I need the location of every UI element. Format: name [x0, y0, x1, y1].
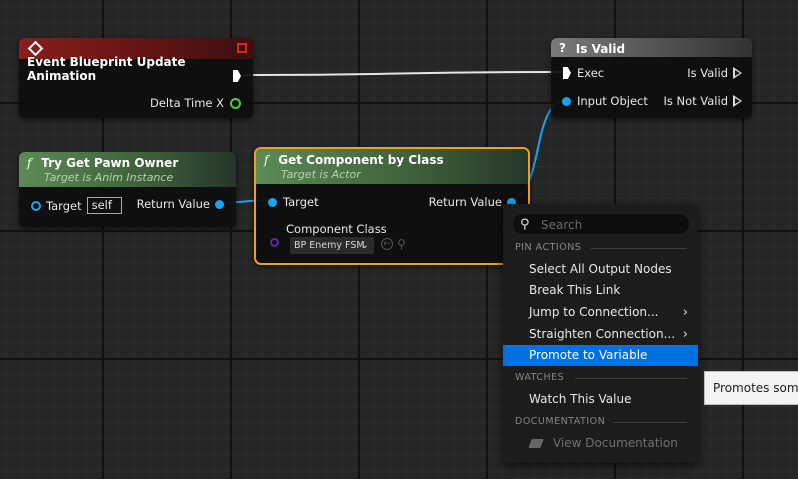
documentation-icon [528, 439, 544, 448]
menu-item-label: View Documentation [553, 436, 678, 450]
event-node-header[interactable]: Event Blueprint Update Animation [19, 38, 253, 83]
section-header-watches: WATCHES [515, 372, 565, 383]
menu-item-select-all-output-nodes[interactable]: Select All Output Nodes [503, 259, 698, 280]
exec-input-pin[interactable]: Exec [563, 66, 604, 80]
chevron-right-icon: › [682, 327, 688, 342]
pin-label: Input Object [577, 94, 648, 108]
function-icon: f [27, 155, 32, 170]
event-update-animation-node[interactable]: Event Blueprint Update Animation Delta T… [19, 38, 253, 118]
exec-out-icon [733, 67, 742, 79]
is-valid-output-pin[interactable]: Is Valid [687, 66, 742, 80]
class-pin-icon [270, 238, 279, 247]
exec-wire[interactable] [242, 71, 564, 76]
target-input-pin[interactable]: Target [268, 195, 319, 209]
exec-in-icon [563, 67, 571, 79]
section-divider [575, 378, 687, 379]
event-diamond-icon [27, 40, 44, 57]
menu-item-promote-to-variable[interactable]: Promote to Variable [503, 345, 698, 366]
object-pin-icon [31, 200, 41, 211]
menu-item-label: Straighten Connection... [529, 327, 676, 341]
dropdown-value: BP Enemy FSM [294, 240, 365, 251]
chevron-right-icon: › [682, 305, 688, 320]
class-dropdown[interactable]: BP Enemy FSM ⌄ [290, 237, 374, 254]
object-pin-icon [562, 96, 571, 106]
menu-item-label: Jump to Connection... [529, 305, 659, 319]
node-title: Event Blueprint Update Animation [27, 55, 186, 83]
question-icon: ? [559, 41, 566, 55]
menu-search-box[interactable]: ⚲ [513, 214, 689, 234]
return-value-pin[interactable]: Return Value [137, 197, 224, 211]
menu-item-watch-this-value[interactable]: Watch This Value [503, 389, 698, 410]
menu-item-break-this-link[interactable]: Break This Link [503, 280, 698, 301]
function-node-header[interactable]: f Get Component by Class Target is Actor [256, 149, 528, 184]
try-get-pawn-owner-node[interactable]: f Try Get Pawn Owner Target is Anim Inst… [19, 152, 236, 227]
browse-icon[interactable]: ⚲ [397, 237, 406, 251]
component-class-pin[interactable]: Component Class [270, 222, 387, 247]
delegate-pin-icon[interactable] [237, 43, 247, 53]
use-selected-icon[interactable]: ← [381, 238, 393, 250]
pin-context-menu: ⚲ PIN ACTIONS Select All Output Nodes Br… [503, 204, 698, 463]
function-node-header[interactable]: f Try Get Pawn Owner Target is Anim Inst… [19, 152, 236, 187]
pin-label: Return Value [136, 197, 210, 211]
delta-time-pin[interactable]: Delta Time X [150, 96, 241, 110]
exec-output-pin[interactable] [233, 70, 241, 82]
menu-item-straighten-connection[interactable]: Straighten Connection... › [503, 324, 698, 345]
menu-item-jump-to-connection[interactable]: Jump to Connection... › [503, 302, 698, 323]
get-component-by-class-node[interactable]: f Get Component by Class Target is Actor… [254, 147, 530, 265]
target-input-pin[interactable]: Target self [31, 197, 122, 214]
pin-label: Delta Time X [149, 96, 224, 110]
section-header-documentation: DOCUMENTATION [515, 416, 606, 427]
is-valid-header[interactable]: ? Is Valid [551, 38, 752, 57]
is-valid-node[interactable]: ? Is Valid Exec Is Valid Input Object Is… [551, 38, 752, 118]
object-pin-icon [215, 199, 224, 209]
pin-label: Target [46, 198, 82, 213]
self-value-box[interactable]: self [86, 197, 122, 214]
pin-label: Return Value [428, 195, 502, 209]
node-title: Try Get Pawn Owner [41, 155, 179, 170]
is-not-valid-output-pin[interactable]: Is Not Valid [663, 94, 742, 108]
pin-label: Is Not Valid [663, 94, 728, 108]
section-divider [613, 422, 687, 423]
menu-item-view-documentation: View Documentation [503, 433, 698, 454]
node-title: Get Component by Class [278, 152, 444, 167]
section-divider [591, 248, 687, 249]
pin-label: Exec [577, 66, 605, 80]
tooltip: Promotes something to a variable [704, 371, 798, 405]
pin-label: Target [283, 195, 319, 209]
node-title: Is Valid [575, 41, 626, 56]
float-pin-icon [230, 97, 241, 109]
pin-label: Component Class [286, 222, 387, 236]
section-header-pin-actions: PIN ACTIONS [515, 242, 582, 253]
exec-out-icon [733, 95, 742, 107]
node-subtitle: Target is Actor [281, 167, 361, 181]
search-icon: ⚲ [520, 217, 530, 232]
search-input[interactable] [539, 215, 683, 234]
function-icon: f [264, 152, 269, 167]
exec-arrow-icon [233, 70, 241, 82]
object-pin-icon [268, 197, 277, 207]
pin-label: Is Valid [687, 66, 728, 80]
chevron-down-icon: ⌄ [360, 240, 369, 251]
node-subtitle: Target is Anim Instance [44, 170, 174, 184]
input-object-pin[interactable]: Input Object [562, 94, 648, 108]
